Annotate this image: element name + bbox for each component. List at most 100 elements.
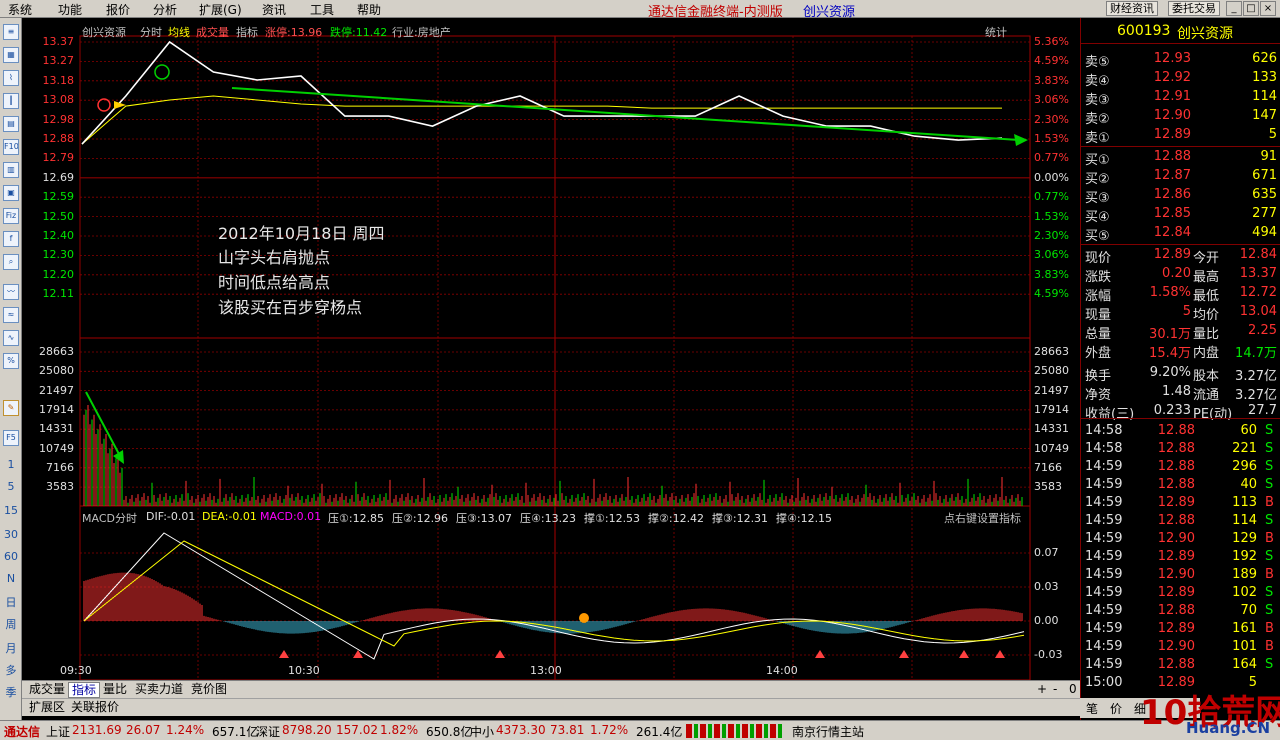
tick-time: 14:59 [1085, 549, 1123, 564]
tick-price: 12.89 [1157, 549, 1195, 564]
macd-signal-arrow [959, 650, 969, 658]
pen-icon[interactable]: ✎ [3, 400, 19, 416]
period-15min[interactable]: 15 [0, 504, 22, 517]
close-icon[interactable]: × [1260, 1, 1276, 16]
period-quarter[interactable]: 季 [0, 684, 22, 700]
bid-volume: 494 [1252, 225, 1277, 240]
tick-volume: 189 [1232, 567, 1257, 582]
tab-related-quote[interactable]: 关联报价 [68, 700, 122, 716]
orderbook-divider [1081, 146, 1280, 147]
menu-analysis[interactable]: 分析 [153, 1, 177, 18]
tab-indicator[interactable]: 指标 [68, 682, 101, 698]
stats-divider [1081, 244, 1280, 245]
menu-system[interactable]: 系统 [8, 1, 32, 18]
avg-price-line [81, 95, 1002, 145]
f5-icon[interactable]: F5 [3, 430, 19, 446]
watermark-logo: 10拾荒网 Huang.CN [1140, 685, 1280, 737]
period-week[interactable]: 周 [0, 616, 22, 632]
quote-icon[interactable]: ≡ [3, 24, 19, 40]
bid-price: 12.85 [1153, 206, 1191, 221]
compare-icon[interactable]: ≈ [3, 307, 19, 323]
ranking-icon[interactable]: ▥ [3, 162, 19, 178]
tick-row: 14:59 12.90 189 B [1081, 566, 1280, 585]
tick-volume: 102 [1232, 585, 1257, 600]
tick-volume: 221 [1232, 441, 1257, 456]
stat-value: 1.58% [1149, 285, 1191, 300]
menu-help[interactable]: 帮助 [357, 1, 381, 18]
tick-row: 14:59 12.88 296 S [1081, 458, 1280, 477]
trade-button[interactable]: 委托交易 [1168, 1, 1220, 16]
stat-label: 外盘 [1085, 346, 1112, 361]
bid-row: 买④ 12.85 277 [1081, 205, 1280, 225]
volume-tick-label-right: 21497 [1034, 383, 1069, 397]
bid-row: 买③ 12.86 635 [1081, 186, 1280, 206]
percent-icon[interactable]: % [3, 353, 19, 369]
macd-res-3: 压③:13.07 [456, 512, 513, 525]
tick-row: 14:58 12.88 221 S [1081, 440, 1280, 459]
sz-index-label: 深证 [256, 725, 281, 739]
volume-tick-label-right: 25080 [1034, 364, 1069, 378]
tick-time: 14:59 [1085, 495, 1123, 510]
ask-price: 12.93 [1153, 51, 1191, 66]
minimize-icon[interactable]: _ [1226, 1, 1242, 16]
chart-mode: 分时 [140, 26, 162, 39]
tab-ticks[interactable]: 笔 [1086, 700, 1098, 717]
f10-alt-icon[interactable]: f [3, 231, 19, 247]
menu-quote[interactable]: 报价 [106, 1, 130, 18]
menu-extend[interactable]: 扩展(G) [199, 1, 242, 18]
menu-function[interactable]: 功能 [58, 1, 82, 18]
left-toolbar: ≡ ▦ ⌇ ┃ ▤ F10 ▥ ▣ Fiz f ⌕ 〰 ≈ ∿ % ✎ F5 1… [0, 18, 22, 720]
macd-dea: DEA:-0.01 [202, 510, 257, 523]
zoom-in-button[interactable]: + [1034, 682, 1050, 698]
volume-tick-label-right: 14331 [1034, 422, 1069, 436]
kline-icon[interactable]: ┃ [3, 93, 19, 109]
avg-line-label: 均线 [168, 26, 190, 39]
period-5min[interactable]: 5 [0, 480, 22, 493]
tick-side: S [1265, 657, 1274, 672]
period-multi[interactable]: 多 [0, 662, 22, 678]
finance-news-button[interactable]: 财经资讯 [1106, 1, 1158, 16]
menu-info[interactable]: 资讯 [262, 1, 286, 18]
maximize-icon[interactable]: □ [1243, 1, 1259, 16]
tab-volume-ratio[interactable]: 量比 [100, 682, 130, 698]
flow-icon[interactable]: ∿ [3, 330, 19, 346]
sh-index-pct: 1.24% [166, 723, 205, 737]
news-icon[interactable]: ▣ [3, 185, 19, 201]
bid-volume: 91 [1260, 149, 1277, 164]
zx-index-label: 中小 [470, 725, 495, 739]
peak-marker [154, 64, 170, 80]
intraday-chart[interactable]: 创兴资源 分时 均线 成交量 指标 涨停:13.96 跌停:11.42 行业:房… [22, 18, 1080, 680]
fiz-icon[interactable]: Fiz [3, 208, 19, 224]
report-icon[interactable]: ▤ [3, 116, 19, 132]
tab-extension[interactable]: 扩展区 [26, 700, 68, 716]
ask-row: 卖② 12.90 147 [1081, 107, 1280, 127]
multi-chart-icon[interactable]: 〰 [3, 284, 19, 300]
ask-label: 卖① [1085, 131, 1110, 146]
tab-volume[interactable]: 成交量 [26, 682, 68, 698]
line-chart-icon[interactable]: ⌇ [3, 70, 19, 86]
stat-label: 最低 [1193, 289, 1220, 304]
sh-index-change: 26.07 [126, 723, 161, 737]
period-n[interactable]: N [0, 572, 22, 585]
period-1min[interactable]: 1 [0, 458, 22, 471]
period-30min[interactable]: 30 [0, 528, 22, 541]
volume-arrow-line [85, 391, 121, 457]
table-icon[interactable]: ▦ [3, 47, 19, 63]
period-month[interactable]: 月 [0, 640, 22, 656]
period-day[interactable]: 日 [0, 594, 22, 610]
tab-auction[interactable]: 竞价图 [188, 682, 230, 698]
macd-tick-label: 0.03 [1034, 580, 1059, 593]
stat-row: 换手 9.20% 股本 3.27亿 [1081, 364, 1280, 384]
period-60min[interactable]: 60 [0, 550, 22, 563]
tick-side: B [1265, 495, 1274, 510]
zoom-out-button[interactable]: - [1050, 682, 1060, 698]
indicator-settings-hint[interactable]: 点右键设置指标 [944, 510, 1021, 526]
stats-button[interactable]: 统计 [985, 24, 1007, 40]
f10-icon[interactable]: F10 [3, 139, 19, 155]
search-icon[interactable]: ⌕ [3, 254, 19, 270]
zoom-reset-button[interactable]: 0 [1066, 682, 1080, 698]
menu-tools[interactable]: 工具 [310, 1, 334, 18]
tab-price[interactable]: 价 [1110, 700, 1122, 717]
macd-dif-line [83, 532, 1025, 660]
tab-buy-sell-force[interactable]: 买卖力道 [132, 682, 186, 698]
